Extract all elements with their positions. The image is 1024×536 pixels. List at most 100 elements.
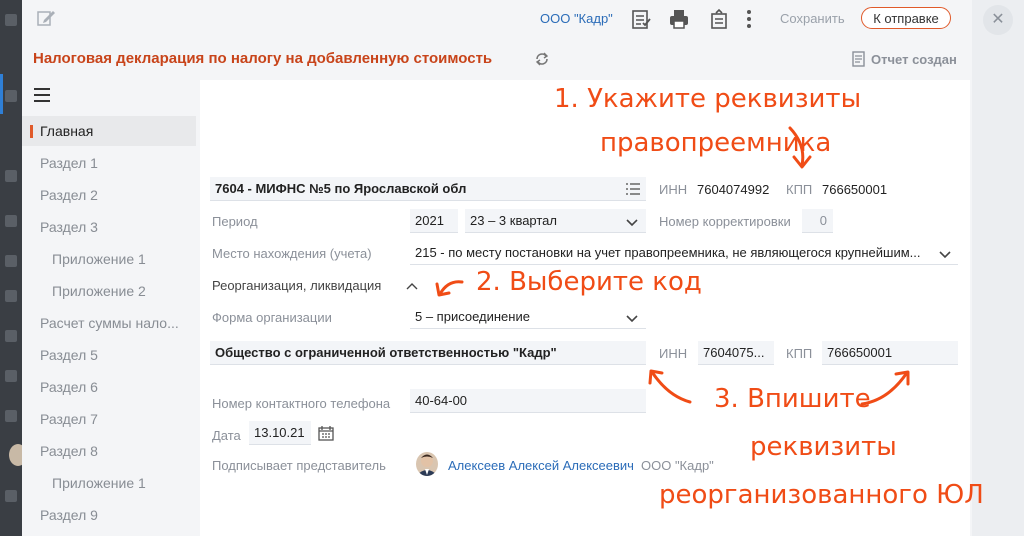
contacts-icon[interactable] — [5, 215, 17, 227]
people-icon[interactable] — [5, 290, 17, 302]
annotation-step3-line3: реорганизованного ЮЛ — [659, 480, 984, 510]
quarter-select[interactable]: 23 – 3 квартал — [465, 209, 646, 233]
tasks-icon[interactable] — [5, 255, 17, 267]
signer-organization: ООО "Кадр" — [641, 458, 714, 473]
chevron-down-icon — [626, 216, 638, 227]
app-nav-strip — [0, 0, 27, 536]
save-button[interactable]: Сохранить — [780, 11, 845, 26]
reorg-inn-value: 7604075... — [703, 345, 765, 360]
quarter-value: 23 – 3 квартал — [470, 213, 558, 228]
chevron-down-icon — [626, 312, 638, 323]
report-icon — [852, 51, 865, 67]
annotation-arrow-3-right — [860, 370, 910, 406]
org-form-value: 5 – присоединение — [415, 309, 530, 324]
correction-label: Номер корректировки — [659, 214, 791, 229]
sidebar-item-label: Раздел 1 — [40, 155, 98, 171]
signer-avatar — [416, 452, 438, 476]
reorg-section-toggle[interactable]: Реорганизация, ликвидация — [212, 278, 381, 293]
files-icon[interactable] — [5, 330, 17, 342]
sidebar-item-label: Раздел 6 — [40, 379, 98, 395]
annotation-step2: 2. Выберите код — [476, 267, 702, 297]
inn-value: 7604074992 — [697, 182, 770, 197]
print-icon[interactable] — [668, 8, 690, 30]
signer-label: Подписывает представитель — [212, 458, 386, 473]
period-label: Период — [212, 214, 258, 229]
sidebar-item-calculation[interactable]: Расчет суммы нало... — [22, 308, 196, 338]
phone-field[interactable]: 40-64-00 — [410, 389, 646, 413]
calendar-icon[interactable] — [318, 425, 334, 444]
kpp-label: КПП — [786, 182, 813, 197]
sidebar-item-appendix1[interactable]: Приложение 1 — [22, 244, 196, 274]
active-indicator — [0, 74, 3, 114]
sidebar-item-label: Приложение 2 — [52, 283, 146, 299]
sidebar-item-section8-appendix1[interactable]: Приложение 1 — [22, 468, 196, 498]
correction-field[interactable]: 0 — [802, 209, 833, 233]
date-label: Дата — [212, 428, 241, 443]
checklist-icon[interactable] — [630, 8, 652, 30]
sidebar-item-section8[interactable]: Раздел 8 — [22, 436, 196, 466]
page-title: Налоговая декларация по налогу на добавл… — [33, 50, 493, 67]
phone-value: 40-64-00 — [415, 393, 468, 408]
sidebar-item-label: Главная — [40, 123, 94, 139]
reorg-kpp-label: КПП — [786, 346, 813, 361]
edit-icon[interactable] — [36, 8, 56, 28]
sidebar-item-label: Раздел 2 — [40, 187, 98, 203]
sidebar-item-label: Раздел 9 — [40, 507, 98, 523]
chat-icon[interactable] — [5, 170, 17, 182]
menu-icon[interactable] — [33, 87, 51, 103]
sidebar-item-section7[interactable]: Раздел 7 — [22, 404, 196, 434]
location-value: 215 - по месту постановки на учет правоп… — [415, 245, 921, 260]
year-field[interactable]: 2021 — [410, 209, 458, 233]
annotation-arrow-2 — [435, 280, 464, 297]
refresh-icon[interactable] — [534, 51, 550, 67]
signer-name-link[interactable]: Алексеев Алексей Алексеевич — [448, 458, 634, 473]
org-form-label: Форма организации — [212, 310, 332, 325]
more-menu-icon[interactable] — [742, 8, 756, 30]
report-status: Отчет создан — [871, 52, 957, 67]
tax-office-value: 7604 - МИФНС №5 по Ярославской обл — [215, 181, 467, 196]
sidebar-item-label: Расчет суммы нало... — [40, 315, 179, 331]
sidebar-item-section1[interactable]: Раздел 1 — [22, 148, 196, 178]
close-column — [972, 0, 1024, 536]
date-field[interactable]: 13.10.21 — [249, 421, 311, 445]
sidebar-item-section2[interactable]: Раздел 2 — [22, 180, 196, 210]
reorg-kpp-value: 766650001 — [827, 345, 893, 360]
annotation-arrow-3-left — [648, 369, 692, 404]
sidebar-item-section9[interactable]: Раздел 9 — [22, 500, 196, 530]
annotation-step3-line1: 3. Впишите — [714, 384, 871, 414]
tax-office-field[interactable]: 7604 - МИФНС №5 по Ярославской обл — [210, 177, 646, 201]
sidebar-item-section5[interactable]: Раздел 5 — [22, 340, 196, 370]
reorg-kpp-field[interactable]: 766650001 — [822, 341, 958, 365]
phone-label: Номер контактного телефона — [212, 396, 391, 411]
sidebar-item-main[interactable]: Главная — [22, 116, 196, 146]
year-value: 2021 — [415, 213, 444, 228]
annotation-arrow-1 — [788, 126, 812, 169]
app-icon[interactable] — [5, 14, 17, 26]
annotation-step1-line1: 1. Укажите реквизиты — [554, 84, 862, 114]
sidebar-item-section3[interactable]: Раздел 3 — [22, 212, 196, 242]
upload-document-icon[interactable] — [708, 8, 730, 30]
sidebar-item-section6[interactable]: Раздел 6 — [22, 372, 196, 402]
org-form-select[interactable]: 5 – присоединение — [410, 305, 646, 329]
chevron-down-icon — [939, 248, 951, 259]
send-button[interactable]: К отправке — [861, 7, 951, 29]
location-label: Место нахождения (учета) — [212, 246, 372, 261]
reorg-inn-field[interactable]: 7604075... — [698, 341, 774, 365]
reorg-org-name-field[interactable]: Общество с ограниченной ответственностью… — [210, 341, 646, 365]
list-icon[interactable] — [626, 183, 640, 198]
close-icon[interactable]: ✕ — [983, 5, 1013, 35]
documents-icon[interactable] — [5, 90, 17, 102]
kpp-value: 766650001 — [822, 182, 888, 197]
inn-label: ИНН — [659, 182, 688, 197]
settings-icon[interactable] — [5, 410, 17, 422]
sidebar-item-appendix2[interactable]: Приложение 2 — [22, 276, 196, 306]
reorg-inn-label: ИНН — [659, 346, 688, 361]
chevron-up-icon[interactable] — [406, 280, 418, 290]
search-icon[interactable] — [5, 370, 17, 382]
sidebar-item-label: Приложение 1 — [52, 251, 146, 267]
annotation-step3-line2: реквизиты — [750, 432, 897, 462]
help-icon[interactable] — [5, 490, 17, 502]
location-select[interactable]: 215 - по месту постановки на учет правоп… — [410, 241, 958, 265]
sidebar-item-label: Раздел 8 — [40, 443, 98, 459]
organization-link[interactable]: ООО "Кадр" — [540, 11, 613, 26]
